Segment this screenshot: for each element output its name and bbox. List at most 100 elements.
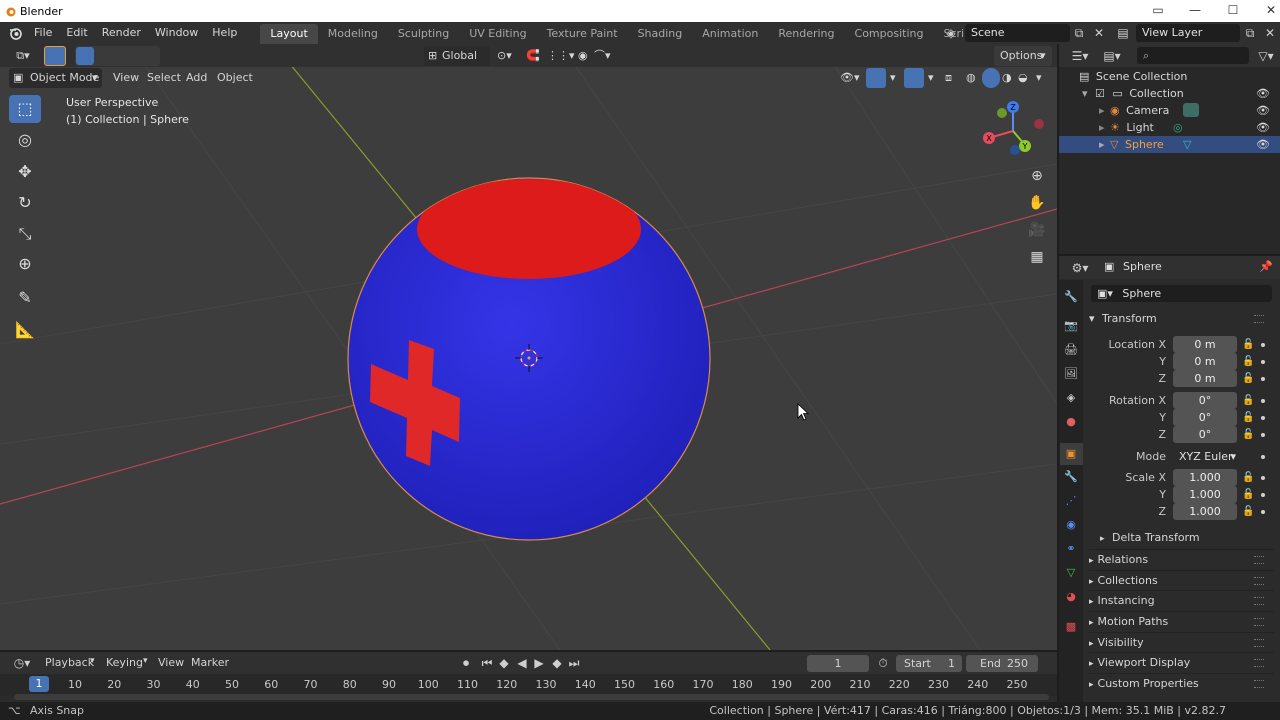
transform-panel-header[interactable]: ▾ Transform <box>1089 309 1274 329</box>
lock-icon[interactable]: 🔓 <box>1242 353 1254 370</box>
rotation-z-field[interactable]: 0° <box>1173 426 1237 443</box>
rotation-mode-dropdown[interactable]: XYZ Euler ▾ <box>1173 448 1239 465</box>
keyframe-dot-icon[interactable] <box>1261 343 1265 347</box>
keyframe-dot-icon[interactable] <box>1261 455 1265 459</box>
overlay-chevron-icon[interactable]: ▾ <box>928 68 934 88</box>
visibility-eye-icon[interactable]: 👁 <box>1256 85 1270 102</box>
play-icon[interactable]: ▶ <box>531 654 547 672</box>
outliner-row-sphere[interactable]: ▸ ▽ Sphere ▽ 👁 <box>1059 136 1280 153</box>
visibility-eye-icon[interactable]: 👁 <box>1256 102 1270 119</box>
data-tab-icon[interactable]: ▽ <box>1063 565 1079 581</box>
pan-hand-icon[interactable]: ✋ <box>1025 191 1049 215</box>
material-tab-icon[interactable]: ◕ <box>1063 589 1079 605</box>
drag-grip-icon[interactable] <box>1254 618 1264 626</box>
close-button[interactable]: ✕ <box>1252 0 1280 22</box>
jump-start-icon[interactable]: ⏮ <box>479 654 495 672</box>
falloff-icon[interactable]: ⌒▾ <box>594 46 611 66</box>
menu-window[interactable]: Window <box>148 22 205 44</box>
menu-render[interactable]: Render <box>95 22 148 44</box>
measure-tool[interactable]: 📐 <box>9 316 41 344</box>
menu-select[interactable]: Select <box>147 68 181 88</box>
visibility-panel-header[interactable]: ▸ Visibility <box>1089 632 1274 652</box>
remove-scene-icon[interactable]: ✕ <box>1090 24 1108 42</box>
lock-icon[interactable]: 🔓 <box>1242 426 1254 443</box>
lock-icon[interactable]: 🔓 <box>1242 336 1254 353</box>
end-frame-field[interactable]: End 250 <box>966 655 1038 672</box>
select-box-tool[interactable]: ⬚ <box>9 95 41 123</box>
3d-viewport[interactable]: ⬚ ◎ ✥ ↻ ⤡ ⊕ ✎ 📐 User Perspective (1) Col… <box>0 44 1057 650</box>
tab-shading[interactable]: Shading <box>628 24 693 44</box>
object-name-field[interactable]: ▣▾ Sphere <box>1091 285 1272 302</box>
tab-sculpting[interactable]: Sculpting <box>388 24 459 44</box>
pin-icon[interactable]: 📌 <box>1259 260 1273 273</box>
scale-z-field[interactable]: 1.000 <box>1173 503 1237 520</box>
play-reverse-icon[interactable]: ◀ <box>514 654 530 672</box>
lock-icon[interactable]: 🔓 <box>1242 486 1254 503</box>
expand-arrow-icon[interactable]: ▸ <box>1099 138 1105 151</box>
scene-icon[interactable]: ◈ <box>940 24 962 42</box>
mesh-data-icon[interactable]: ▽ <box>1183 136 1191 153</box>
camera-view-icon[interactable]: 🎥 <box>1025 218 1049 242</box>
rotation-y-field[interactable]: 0° <box>1173 409 1237 426</box>
timeline-scrollbar[interactable] <box>14 694 1049 700</box>
blender-menu-icon[interactable] <box>9 26 23 40</box>
ortho-grid-icon[interactable]: ▦ <box>1025 245 1049 269</box>
outliner-row-scene-collection[interactable]: ▤ Scene Collection <box>1059 68 1280 85</box>
drag-grip-icon[interactable] <box>1254 556 1264 564</box>
visibility-eye-icon[interactable]: 👁 <box>1256 136 1270 153</box>
snap-target-icon[interactable]: ⋮⋮▾ <box>547 46 575 66</box>
transform-tool[interactable]: ⊕ <box>9 250 41 278</box>
gizmo-toggle-icon[interactable] <box>866 68 886 88</box>
drag-grip-icon[interactable] <box>1254 659 1264 667</box>
overlay-toggle-icon[interactable] <box>904 68 924 88</box>
texture-tab-icon[interactable]: ▩ <box>1063 619 1079 635</box>
lock-icon[interactable]: 🔓 <box>1242 469 1254 486</box>
playhead-frame[interactable]: 1 <box>29 676 49 692</box>
drag-grip-icon[interactable] <box>1254 315 1264 323</box>
keyframe-dot-icon[interactable] <box>1261 510 1265 514</box>
relations-panel-header[interactable]: ▸ Relations <box>1089 549 1274 569</box>
keyframe-dot-icon[interactable] <box>1261 416 1265 420</box>
snap-icon[interactable]: 🧲 <box>526 46 540 66</box>
custom-properties-panel-header[interactable]: ▸ Custom Properties <box>1089 673 1274 693</box>
maximize-button[interactable]: ☐ <box>1214 0 1252 22</box>
tab-layout[interactable]: Layout <box>260 24 318 44</box>
menu-help[interactable]: Help <box>205 22 244 44</box>
menu-playback[interactable]: Playback <box>45 656 94 669</box>
shading-chevron-icon[interactable]: ▾ <box>1036 68 1042 88</box>
scale-y-field[interactable]: 1.000 <box>1173 486 1237 503</box>
solid-shading-icon[interactable] <box>982 68 1000 88</box>
tab-rendering[interactable]: Rendering <box>768 24 844 44</box>
menu-add[interactable]: Add <box>186 68 207 88</box>
new-scene-icon[interactable]: ⧉ <box>1070 24 1088 42</box>
material-shading-icon[interactable]: ◑ <box>1002 68 1012 88</box>
zoom-icon[interactable]: ⊕ <box>1025 164 1049 188</box>
lock-icon[interactable]: 🔓 <box>1242 370 1254 387</box>
stopwatch-icon[interactable]: ⏱ <box>874 654 892 672</box>
render-tab-icon[interactable]: 📷 <box>1063 318 1079 334</box>
keyframe-dot-icon[interactable] <box>1261 493 1265 497</box>
expand-arrow-icon[interactable]: ▸ <box>1099 104 1105 117</box>
camera-data-icon[interactable] <box>1183 103 1199 117</box>
checkbox-icon[interactable]: ☑ <box>1095 87 1105 100</box>
jump-end-icon[interactable]: ⏭ <box>566 654 582 672</box>
drag-grip-icon[interactable] <box>1254 639 1264 647</box>
outliner-search-input[interactable]: ⌕ <box>1137 47 1249 64</box>
lock-icon[interactable]: 🔓 <box>1242 503 1254 520</box>
light-data-icon[interactable]: ◎ <box>1173 119 1183 136</box>
outliner-row-light[interactable]: ▸ ☀ Light ◎ 👁 <box>1059 119 1280 136</box>
location-z-field[interactable]: 0 m <box>1173 370 1237 387</box>
outliner-row-camera[interactable]: ▸ ◉ Camera 👁 <box>1059 102 1280 119</box>
tab-uv-editing[interactable]: UV Editing <box>459 24 536 44</box>
annotate-tool[interactable]: ✎ <box>9 284 41 312</box>
minimize-button[interactable]: — <box>1176 0 1214 22</box>
move-tool[interactable]: ✥ <box>9 158 41 186</box>
remove-view-layer-icon[interactable]: ✕ <box>1261 24 1279 42</box>
menu-marker[interactable]: Marker <box>191 656 229 669</box>
visibility-eye-icon[interactable]: 👁 <box>1256 119 1270 136</box>
drag-grip-icon[interactable] <box>1254 680 1264 688</box>
start-frame-field[interactable]: Start 1 <box>896 655 962 672</box>
menu-edit[interactable]: Edit <box>59 22 94 44</box>
outliner-row-collection[interactable]: ▾ ☑ ▭ Collection 👁 <box>1059 85 1280 102</box>
location-y-field[interactable]: 0 m <box>1173 353 1237 370</box>
